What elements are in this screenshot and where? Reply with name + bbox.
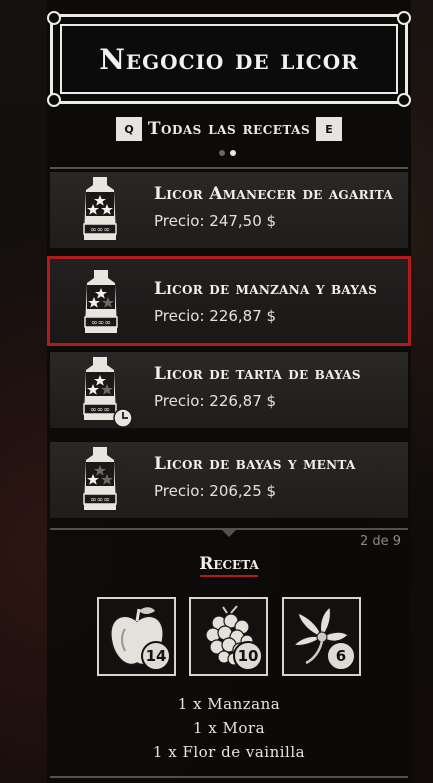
svg-text:∞∞∞: ∞∞∞: [90, 495, 110, 504]
category-label: Todas las recetas: [147, 119, 311, 139]
item-name: Licor Amanecer de agarita: [154, 184, 393, 204]
divider: [50, 167, 408, 169]
list-position: 2 de 9: [360, 534, 402, 549]
recipe-requirement: 1 x Mora: [192, 719, 266, 737]
category-selector: Q Todas las recetas E: [116, 116, 342, 142]
item-name: Licor de bayas y menta: [154, 454, 356, 474]
ingredient-count: 6: [326, 641, 356, 671]
page-dot-active[interactable]: [230, 150, 236, 156]
svg-text:∞∞∞: ∞∞∞: [91, 318, 111, 327]
item-price: Precio: 226,87 $: [154, 307, 277, 325]
list-item[interactable]: ∞∞∞ Licor de tarta de bayas Precio: 226,…: [50, 352, 408, 428]
ingredient-vanilla-flower[interactable]: 6: [282, 597, 361, 676]
ingredient-apple[interactable]: 14: [97, 597, 176, 676]
ingredient-count: 10: [233, 641, 263, 671]
item-price: Precio: 247,50 $: [154, 212, 277, 230]
item-price: Precio: 206,25 $: [154, 482, 277, 500]
moonshine-bottle-icon: ∞∞∞: [84, 270, 118, 333]
ingredient-count: 14: [141, 641, 171, 671]
item-price: Precio: 226,87 $: [154, 392, 277, 410]
clock-icon: [113, 408, 133, 428]
ingredient-blackberry[interactable]: 10: [189, 597, 268, 676]
moonshine-bottle-icon: ∞∞∞: [83, 177, 117, 240]
item-name: Licor de manzana y bayas: [154, 279, 378, 299]
divider: [50, 776, 408, 778]
prev-category-key[interactable]: Q: [116, 117, 142, 141]
moonshine-bottle-icon: ∞∞∞: [83, 447, 117, 510]
title-plaque: Negocio de licor: [47, 11, 411, 107]
list-item-selected[interactable]: ∞∞∞ Licor de manzana y bayas Precio: 226…: [47, 256, 411, 346]
page-dot[interactable]: [219, 150, 225, 156]
list-item[interactable]: ∞∞∞ Licor de bayas y menta Precio: 206,2…: [50, 442, 408, 518]
recipe-underline: [200, 575, 258, 577]
recipe-requirement: 1 x Manzana: [177, 695, 281, 713]
next-category-key[interactable]: E: [316, 117, 342, 141]
item-name: Licor de tarta de bayas: [154, 364, 361, 384]
recipe-title: Receta: [199, 554, 259, 574]
scroll-caret-icon: [222, 530, 236, 537]
page-title: Negocio de licor: [99, 43, 359, 76]
moonshine-bottle-icon: ∞∞∞: [83, 357, 133, 428]
svg-text:∞∞∞: ∞∞∞: [90, 405, 110, 414]
list-item[interactable]: ∞∞∞ Licor Amanecer de agarita Precio: 24…: [50, 172, 408, 248]
svg-text:∞∞∞: ∞∞∞: [90, 225, 110, 234]
page-dots: [219, 150, 236, 156]
recipe-requirement: 1 x Flor de vainilla: [152, 743, 306, 761]
